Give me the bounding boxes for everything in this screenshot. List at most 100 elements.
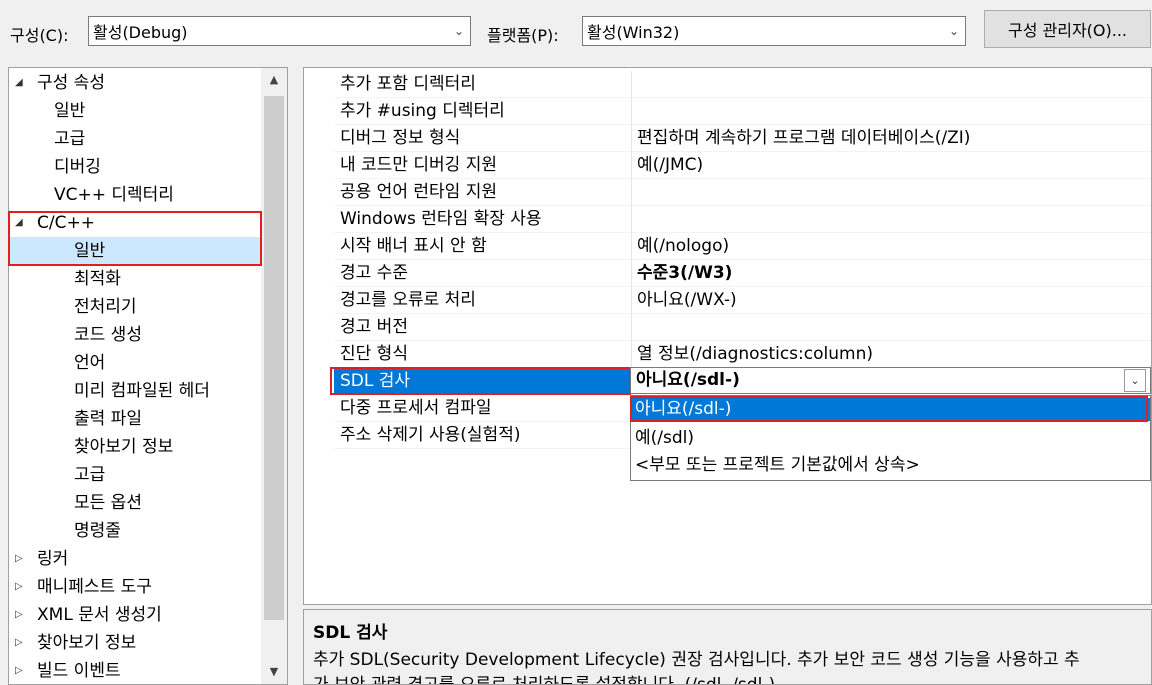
config-manager-button[interactable]: 구성 관리자(O)...	[984, 10, 1151, 48]
tree-item-label: 출력 파일	[74, 409, 142, 429]
tree-item[interactable]: 고급	[54, 125, 85, 153]
tree-item[interactable]: 명령줄	[74, 517, 121, 545]
dropdown-option[interactable]: 예(/sdl)	[631, 425, 1150, 452]
tree-item[interactable]: 고급	[74, 461, 105, 489]
tree-item-label: 최적화	[74, 269, 121, 289]
tree-item-label: 링커	[37, 549, 69, 569]
scroll-thumb[interactable]	[264, 96, 284, 620]
property-name[interactable]: 주소 삭제기 사용(실험적)	[334, 422, 631, 449]
chevron-down-icon: ⌄	[453, 24, 465, 38]
scroll-down-icon[interactable]: ▼	[261, 660, 287, 684]
option-highlight-annotation	[630, 396, 1148, 422]
property-value[interactable]: 아니요(/WX-)	[631, 287, 1151, 314]
property-name[interactable]: 공용 언어 런타임 지원	[334, 179, 631, 206]
cpp-highlight-annotation	[8, 211, 262, 266]
description-line-2: 가 보안 관련 경고를 오류로 처리하도록 설정합니다. (/sdl, /sdl…	[313, 675, 776, 685]
tree-item[interactable]: 출력 파일	[74, 405, 142, 433]
tree-item-label: 구성 속성	[37, 73, 105, 93]
property-name[interactable]: 경고 버전	[334, 314, 631, 341]
tree-item[interactable]: VC++ 디렉터리	[54, 181, 174, 209]
property-value[interactable]: 예(/nologo)	[631, 233, 1151, 260]
property-row[interactable]: 진단 형식 열 정보(/diagnostics:column)	[304, 341, 1151, 368]
tree-item-label: 명령줄	[74, 521, 121, 541]
property-tree[interactable]: ◢ 구성 속성 일반 고급 디버깅 VC++ 디렉터리 ◢ C/C++ 일반 최적화 전처리기 코드 …	[8, 67, 288, 685]
property-grid[interactable]: 추가 포함 디렉터리 추가 #using 디렉터리 디버그 정보 형식 편집하며 계속…	[303, 67, 1152, 605]
property-name[interactable]: 경고를 오류로 처리	[334, 287, 631, 314]
triangle-right-icon[interactable]: ▷	[15, 657, 29, 684]
tree-item-label: XML 문서 생성기	[37, 605, 162, 625]
triangle-right-icon[interactable]: ▷	[15, 601, 29, 629]
tree-item[interactable]: ▷ XML 문서 생성기	[15, 601, 162, 629]
tree-item[interactable]: 찾아보기 정보	[74, 433, 173, 461]
config-label: 구성(C):	[10, 26, 69, 45]
platform-value: 활성(Win32)	[587, 23, 680, 42]
config-combo[interactable]: 활성(Debug) ⌄	[88, 16, 471, 46]
platform-combo[interactable]: 활성(Win32) ⌄	[582, 16, 966, 46]
tree-item-label: 찾아보기 정보	[74, 437, 174, 457]
description-panel: SDL 검사 추가 SDL(Security Development Lifec…	[303, 609, 1152, 685]
property-value[interactable]	[631, 179, 1151, 206]
property-row[interactable]: 경고 수준 수준3(/W3)	[304, 260, 1151, 287]
tree-scrollbar[interactable]: ▲ ▼	[261, 68, 287, 684]
property-name[interactable]: 시작 배너 표시 안 함	[334, 233, 631, 260]
tree-item-label: 찾아보기 정보	[37, 633, 137, 653]
triangle-down-icon[interactable]: ◢	[15, 69, 29, 97]
tree-item[interactable]: ▷ 매니페스트 도구	[15, 573, 152, 601]
property-value[interactable]	[631, 98, 1151, 125]
triangle-right-icon[interactable]: ▷	[15, 629, 29, 657]
tree-item[interactable]: 일반	[54, 97, 85, 125]
tree-item[interactable]: 디버깅	[54, 153, 101, 181]
property-row[interactable]: 내 코드만 디버깅 지원 예(/JMC)	[304, 152, 1151, 179]
tree-item-label: 빌드 이벤트	[37, 661, 121, 681]
tree-item-label: 고급	[54, 129, 86, 149]
sdl-value-combo[interactable]: 아니요(/sdl-) ⌄	[630, 367, 1151, 394]
dropdown-option[interactable]: <부모 또는 프로젝트 기본값에서 상속>	[631, 452, 1150, 479]
property-value[interactable]	[631, 314, 1151, 341]
tree-item[interactable]: 언어	[74, 349, 105, 377]
chevron-down-icon: ⌄	[948, 24, 960, 38]
tree-item-label: 매니페스트 도구	[37, 577, 152, 597]
property-name[interactable]: 진단 형식	[334, 341, 631, 368]
tree-item[interactable]: ▷ 빌드 이벤트	[15, 657, 121, 684]
property-row[interactable]: 추가 포함 디렉터리	[304, 71, 1151, 98]
tree-item[interactable]: 전처리기	[74, 293, 137, 321]
sdl-row-annotation	[330, 367, 631, 395]
property-value[interactable]	[631, 206, 1151, 233]
property-name[interactable]: 다중 프로세서 컴파일	[334, 395, 631, 422]
tree-item[interactable]: ▷ 찾아보기 정보	[15, 629, 136, 657]
scroll-up-icon[interactable]: ▲	[261, 68, 287, 92]
property-name[interactable]: Windows 런타임 확장 사용	[334, 206, 631, 233]
triangle-right-icon[interactable]: ▷	[15, 573, 29, 601]
property-row[interactable]: 공용 언어 런타임 지원	[304, 179, 1151, 206]
property-name[interactable]: 추가 포함 디렉터리	[334, 71, 631, 98]
property-row[interactable]: 디버그 정보 형식 편집하며 계속하기 프로그램 데이터베이스(/ZI)	[304, 125, 1151, 152]
property-row[interactable]: 경고 버전	[304, 314, 1151, 341]
property-name[interactable]: 경고 수준	[334, 260, 631, 287]
tree-item[interactable]: ◢ 구성 속성	[15, 69, 105, 97]
tree-item[interactable]: 미리 컴파일된 헤더	[74, 377, 210, 405]
platform-label: 플랫폼(P):	[487, 26, 559, 45]
tree-item[interactable]: 모든 옵션	[74, 489, 142, 517]
tree-item-label: 모든 옵션	[74, 493, 142, 513]
description-title: SDL 검사	[313, 623, 388, 643]
tree-item[interactable]: 최적화	[74, 265, 121, 293]
property-name[interactable]: 내 코드만 디버깅 지원	[334, 152, 631, 179]
description-line-1: 추가 SDL(Security Development Lifecycle) 권…	[313, 650, 1080, 670]
property-value[interactable]: 예(/JMC)	[631, 152, 1151, 179]
property-value[interactable]: 열 정보(/diagnostics:column)	[631, 341, 1151, 368]
property-row[interactable]: 시작 배너 표시 안 함 예(/nologo)	[304, 233, 1151, 260]
property-row[interactable]: Windows 런타임 확장 사용	[304, 206, 1151, 233]
triangle-right-icon[interactable]: ▷	[15, 545, 29, 573]
config-value: 활성(Debug)	[93, 23, 188, 42]
property-name[interactable]: 디버그 정보 형식	[334, 125, 631, 152]
property-value[interactable]	[631, 71, 1151, 98]
property-value[interactable]: 수준3(/W3)	[631, 260, 1151, 287]
chevron-down-icon[interactable]: ⌄	[1124, 369, 1146, 392]
tree-item[interactable]: 코드 생성	[74, 321, 142, 349]
tree-item[interactable]: ▷ 링커	[15, 545, 68, 573]
property-value[interactable]: 편집하며 계속하기 프로그램 데이터베이스(/ZI)	[631, 125, 1151, 152]
property-row[interactable]: 추가 #using 디렉터리	[304, 98, 1151, 125]
tree-item-label: VC++ 디렉터리	[54, 185, 174, 205]
property-name[interactable]: 추가 #using 디렉터리	[334, 98, 631, 125]
property-row[interactable]: 경고를 오류로 처리 아니요(/WX-)	[304, 287, 1151, 314]
